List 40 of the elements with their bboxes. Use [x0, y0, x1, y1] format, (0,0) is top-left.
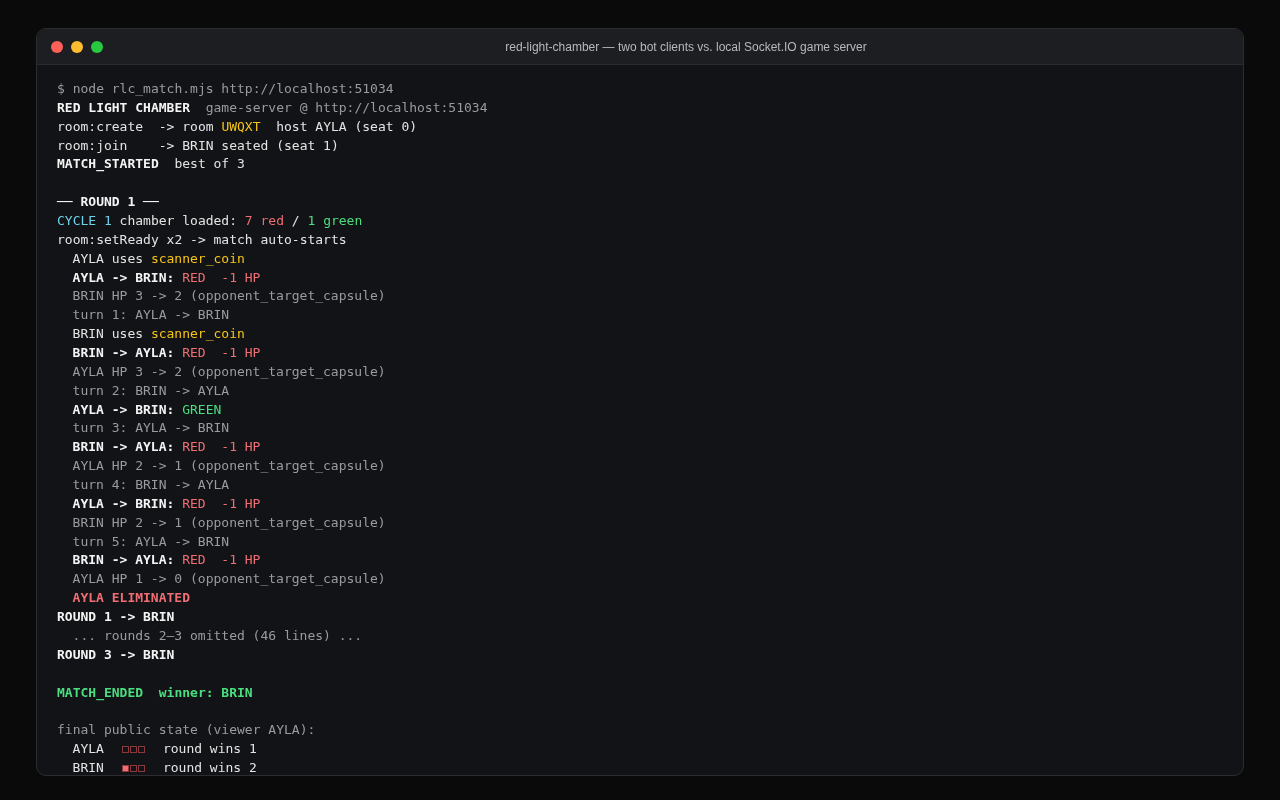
terminal-line: turn 3: AYLA -> BRIN [72, 419, 230, 438]
round-wins: round wins 1 [162, 740, 257, 759]
player-name: BRIN [72, 758, 104, 775]
player-name: AYLA [72, 740, 104, 759]
terminal-line: turn 4: BRIN -> AYLA [72, 476, 230, 495]
terminal-line: RED LIGHT CHAMBER game-server @ http://localhost:51034 [57, 98, 488, 117]
terminal-line: room:create -> room UWQXT host AYLA (seat 0) [57, 117, 418, 136]
terminal-line: AYLA -> BRIN: GREEN [72, 400, 222, 419]
terminal-line: MATCH_ENDED winner: BRIN [57, 683, 253, 703]
terminal-line: BRIN HP 2 -> 1 (opponent_target_capsule) [72, 513, 386, 532]
terminal-line: AYLA ELIMINATED [72, 589, 190, 608]
terminal-line: room:setReady x2 -> match auto-starts [57, 230, 347, 249]
close-button[interactable] [51, 40, 63, 53]
terminal-line: BRIN uses scanner_coin [72, 325, 245, 344]
terminal-line: AYLA -> BRIN: RED -1 HP [72, 494, 261, 513]
terminal-line: room:join -> BRIN seated (seat 1) [57, 136, 339, 155]
terminal-line: BRIN -> AYLA: RED -1 HP [72, 438, 261, 457]
terminal-line: AYLA -> BRIN: RED -1 HP [72, 268, 261, 287]
terminal-line: ROUND 3 -> BRIN [57, 645, 175, 664]
terminal-line: turn 5: AYLA -> BRIN [72, 532, 230, 551]
terminal-line: ... rounds 2–3 omitted (46 lines) ... [72, 626, 363, 645]
minimize-button[interactable] [71, 40, 83, 53]
terminal-line: AYLA HP 3 -> 2 (opponent_target_capsule) [72, 362, 386, 381]
terminal-line: AYLA HP 1 -> 0 (opponent_target_capsule) [72, 570, 386, 589]
terminal-line: MATCH_STARTED best of 3 [57, 155, 245, 174]
terminal-line: CYCLE 1 chamber loaded: 7 red / 1 green [57, 212, 363, 230]
terminal-line: AYLA uses scanner_coin [72, 249, 245, 268]
terminal-line: BRIN HP 3 -> 2 (opponent_target_capsule) [72, 287, 386, 306]
zoom-button[interactable] [91, 40, 103, 53]
terminal-line: ── ROUND 1 ── [57, 193, 159, 212]
terminal-line: final public state (viewer AYLA): [57, 721, 316, 740]
terminal-line: BRIN -> AYLA: RED -1 HP [72, 551, 261, 570]
terminal-line: AYLA HP 2 -> 1 (opponent_target_capsule) [72, 457, 386, 476]
terminal-line: $ node rlc_match.mjs http://localhost:51034 [57, 80, 394, 98]
terminal-line: ROUND 1 -> BRIN [57, 608, 175, 627]
terminal-line: turn 2: BRIN -> AYLA [72, 381, 230, 400]
terminal-line: turn 1: AYLA -> BRIN [72, 306, 230, 325]
terminal-line: BRIN -> AYLA: RED -1 HP [72, 344, 261, 363]
window-title: red-light-chamber — two bot clients vs. local Socket.IO game server [504, 39, 868, 54]
round-wins: round wins 2 [162, 758, 257, 775]
